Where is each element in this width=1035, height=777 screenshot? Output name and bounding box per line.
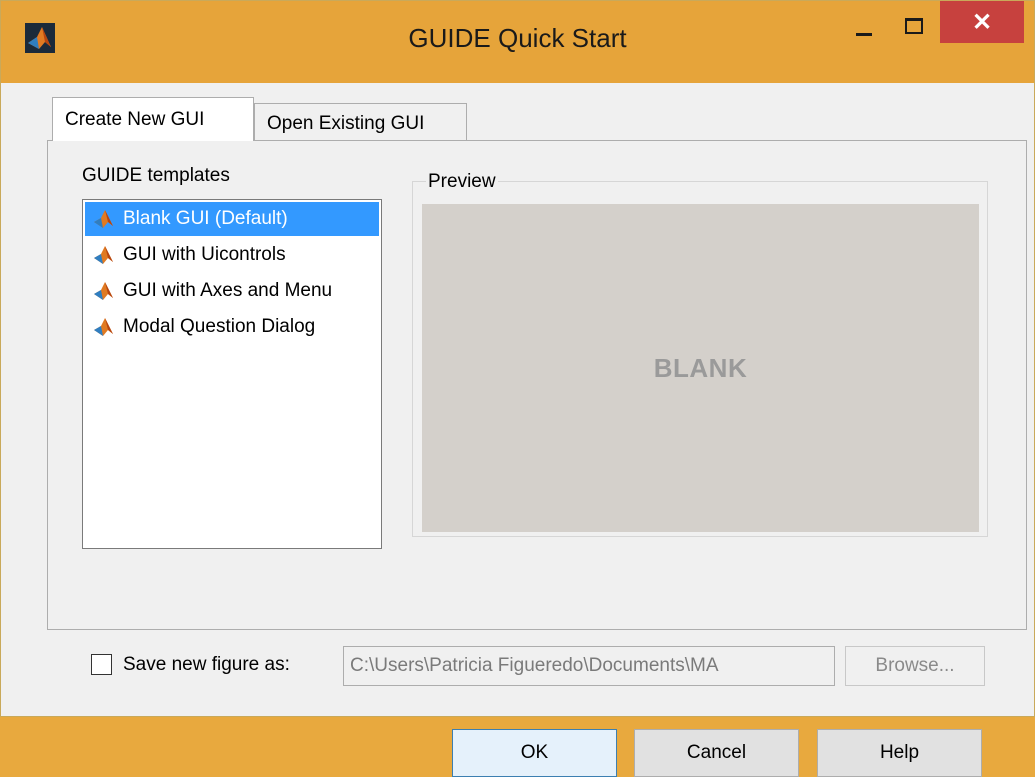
preview-area: BLANK <box>422 204 979 532</box>
tab-label: Create New GUI <box>65 108 205 130</box>
list-item-label: Modal Question Dialog <box>123 316 316 337</box>
tab-create-new-gui[interactable]: Create New GUI <box>52 97 254 141</box>
create-new-gui-panel: GUIDE templates Blank GUI (Default) GUI … <box>47 140 1027 630</box>
matlab-icon <box>94 210 113 228</box>
templates-label: GUIDE templates <box>82 165 230 186</box>
matlab-icon <box>94 246 113 264</box>
preview-blank-text: BLANK <box>653 352 748 383</box>
tab-open-existing-gui[interactable]: Open Existing GUI <box>254 103 467 143</box>
templates-listbox[interactable]: Blank GUI (Default) GUI with Uicontrols <box>82 199 382 549</box>
close-button[interactable]: ✕ <box>940 1 1024 43</box>
dialog-body: Create New GUI Open Existing GUI GUIDE t… <box>17 83 1027 777</box>
maximize-button[interactable] <box>895 9 931 39</box>
title-bar[interactable]: GUIDE Quick Start ✕ <box>1 1 1034 83</box>
browse-button[interactable]: Browse... <box>845 646 985 686</box>
tab-label: Open Existing GUI <box>267 112 425 134</box>
list-item-gui-with-axes-and-menu[interactable]: GUI with Axes and Menu <box>85 274 379 308</box>
close-icon: ✕ <box>971 8 993 36</box>
list-item-label: GUI with Axes and Menu <box>123 280 333 301</box>
list-item-gui-with-uicontrols[interactable]: GUI with Uicontrols <box>85 238 379 272</box>
list-item-label: GUI with Uicontrols <box>123 244 286 265</box>
save-new-figure-checkbox[interactable] <box>91 654 112 675</box>
help-button[interactable]: Help <box>817 729 982 777</box>
minimize-button[interactable] <box>847 9 883 39</box>
matlab-icon <box>94 318 113 336</box>
preview-label: Preview <box>426 171 498 193</box>
ok-button[interactable]: OK <box>452 729 617 777</box>
list-item-modal-question-dialog[interactable]: Modal Question Dialog <box>85 310 379 344</box>
cancel-button[interactable]: Cancel <box>634 729 799 777</box>
save-new-figure-label: Save new figure as: <box>123 654 290 675</box>
save-path-field[interactable]: C:\Users\Patricia Figueredo\Documents\MA <box>343 646 835 686</box>
list-item-blank-gui[interactable]: Blank GUI (Default) <box>85 202 379 236</box>
list-item-label: Blank GUI (Default) <box>123 208 288 229</box>
guide-quick-start-window: GUIDE Quick Start ✕ Create New GUI Open … <box>0 0 1035 777</box>
matlab-icon <box>94 282 113 300</box>
